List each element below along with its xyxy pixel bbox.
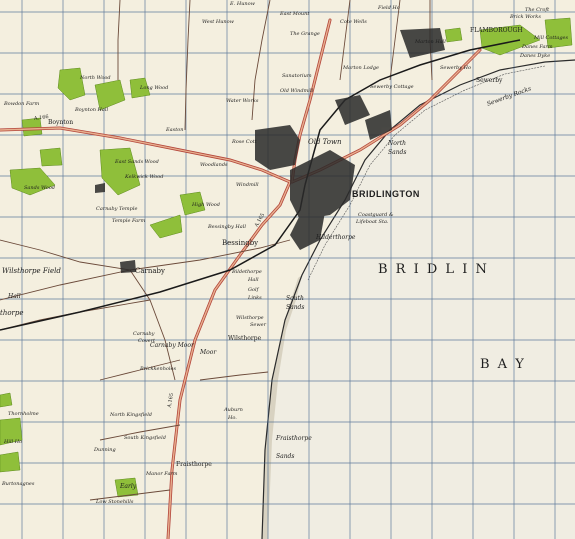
- label-carnaby-moor: Carnaby Moor: [150, 342, 194, 349]
- label-bridlington-hall-2: Hall: [248, 277, 259, 283]
- label-low-stonehills: Low Stonehills: [96, 499, 134, 505]
- label-sands-wood: Sands Wood: [24, 185, 56, 191]
- label-high-wood: High Wood: [192, 202, 220, 208]
- label-thorpe: thorpe: [0, 309, 24, 317]
- label-burtonagnes: Burtonagnes: [2, 481, 35, 487]
- label-bridlington-hall: Bildethorpe: [232, 269, 262, 275]
- town-label-bridlington[interactable]: BRIDLINGTON: [352, 190, 420, 199]
- label-brickkenholes: Brickkenholes: [140, 366, 177, 372]
- label-water-works: Water Works: [226, 98, 259, 104]
- label-hill-ho: Hill Ho: [4, 439, 23, 445]
- label-west-hunow: West Hunow: [202, 19, 234, 25]
- label-carnaby-covert: Carnaby: [133, 331, 155, 337]
- label-south-sands: South: [286, 295, 304, 302]
- label-cote-wells: Cote Wells: [340, 19, 367, 25]
- label-brick-works: Brick Works: [510, 14, 541, 20]
- label-north-wood: North Wood: [80, 75, 111, 81]
- label-wilsthorpe-field: Wilsthorpe Field: [2, 267, 61, 275]
- label-coastguard: Coastguard &: [358, 212, 394, 218]
- label-boynton[interactable]: Boynton: [48, 120, 73, 126]
- label-carnaby-temple: Carnaby Temple: [96, 206, 138, 212]
- label-manor-farm: Manor Farm: [146, 471, 178, 477]
- label-woodlands: Woodlands: [200, 162, 228, 168]
- label-east-mount: East Mount: [280, 11, 310, 17]
- label-golf-links-2: Links: [248, 295, 262, 301]
- label-wilsthorpe-sewer: Wilsthorpe: [236, 315, 264, 321]
- label-fraisthorpe[interactable]: Fraisthorpe: [176, 462, 212, 468]
- sea-label-bay: B A Y: [480, 357, 526, 372]
- label-hall: Hall: [8, 293, 21, 300]
- label-lifeboat-station: Lifeboat Sta.: [356, 219, 389, 225]
- label-the-grange: The Grange: [290, 31, 320, 37]
- label-old-windmill: Old Windmill: [280, 88, 314, 94]
- label-windmill: Windmill: [236, 182, 259, 188]
- label-boynton-hall: Boynton Hall: [75, 107, 109, 113]
- label-bowdon-farm: Bowdon Farm: [4, 101, 40, 107]
- label-hilderthorpe: Hilderthorpe: [316, 234, 356, 241]
- label-mill-cottages: Mill Cottages: [534, 35, 569, 41]
- label-north-sands-2: Sands: [388, 149, 407, 156]
- label-wilsthorpe-sewer-2: Sewer: [250, 322, 267, 328]
- label-carnaby-covert-2: Covert: [138, 338, 156, 344]
- label-dunning: Dunning: [94, 447, 116, 453]
- label-fraisthorpe-sands-2: Sands: [276, 453, 295, 460]
- label-south-kingsfield: South Kingsfield: [124, 435, 166, 441]
- label-bessingby[interactable]: Bessingby: [222, 240, 258, 247]
- label-moor: Moor: [200, 349, 217, 356]
- map-canvas[interactable]: B R I D L I N B A Y BRIDLINGTON Old Town…: [0, 0, 575, 539]
- label-kelkwick-wood: Kelkwick Wood: [125, 174, 164, 180]
- label-north-sands: North: [388, 140, 407, 147]
- label-thornholme: Thornholme: [8, 411, 39, 417]
- label-sanatorium: Sanatorium: [282, 73, 312, 79]
- label-long-wood: Long Wood: [140, 85, 169, 91]
- label-north-kingsfield: North Kingsfield: [110, 412, 153, 418]
- label-temple-farm: Temple Farm: [112, 218, 146, 224]
- label-carnaby[interactable]: Carnaby: [135, 268, 165, 275]
- label-golf-links: Golf: [248, 287, 259, 293]
- sea-label-bridlington-bay: B R I D L I N: [378, 262, 489, 277]
- label-sewerby-cottage: Sewerby Cottage: [370, 84, 414, 90]
- label-wilsthorpe[interactable]: Wilsthorpe: [228, 336, 261, 342]
- label-auburn: Auburn: [224, 407, 243, 413]
- label-east-sands-wood: East Sands Wood: [115, 159, 159, 165]
- label-fraisthorpe-sands: Fraisthorpe: [276, 435, 312, 442]
- label-sewerby[interactable]: Sewerby: [476, 78, 502, 84]
- label-danes-farm: Danes Farm: [522, 44, 553, 50]
- label-flamborough[interactable]: FLAMBOROUGH: [470, 28, 523, 34]
- label-danes-dyke: Danes Dyke: [520, 53, 551, 59]
- label-e-hunow: E. Hunow: [230, 1, 255, 7]
- label-easton: Easton: [166, 127, 184, 133]
- label-rose-cott: Rose Cott: [232, 139, 257, 145]
- label-auburn-2: Ho.: [228, 415, 237, 421]
- label-bessingby-hall: Bessingby Hall: [208, 224, 246, 230]
- label-marton-lodge: Marton Lodge: [343, 65, 380, 71]
- label-field-ho: Field Ho: [378, 5, 400, 11]
- label-sewerby-ho: Sewerby Ho: [440, 65, 471, 71]
- label-south-sands-2: Sands: [286, 304, 305, 311]
- label-old-town: Old Town: [308, 138, 342, 146]
- label-marton-hall: Marton Hall: [415, 39, 446, 45]
- label-the-croft: The Croft: [525, 7, 550, 13]
- label-early: Early: [120, 483, 137, 490]
